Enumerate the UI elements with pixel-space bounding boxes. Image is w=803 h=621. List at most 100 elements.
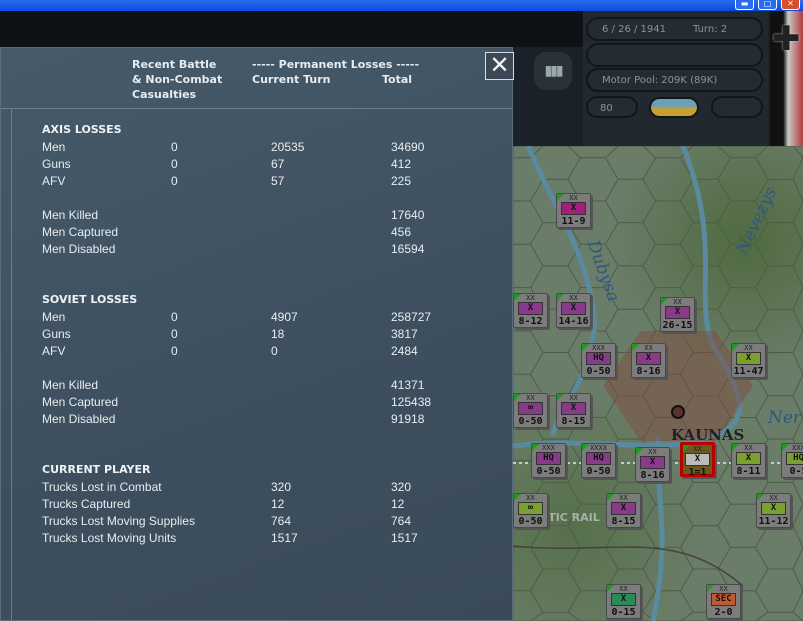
unit-symbol-icon: ∞ [518, 502, 543, 515]
header-recent-line3: Casualties [132, 88, 197, 101]
table-row: Men Captured 125438 [42, 395, 502, 412]
table-row: AFV 0 0 2484 [42, 344, 502, 361]
river-label-ner: Ner [768, 408, 802, 428]
empty-status-field-2 [711, 96, 763, 118]
total-value: 456 [391, 225, 412, 239]
close-button[interactable]: ✕ [485, 52, 514, 80]
unit-counter[interactable]: XX X 8-15 [606, 493, 641, 528]
unit-counter[interactable]: XX ∞ 0-50 [513, 493, 548, 528]
current-turn-value: 20535 [271, 140, 305, 154]
unit-flag-icon [557, 194, 564, 201]
unit-flag-icon [607, 585, 614, 592]
unit-counter[interactable]: XX X 11-12 [756, 493, 791, 528]
unit-counter[interactable]: XXXX HQ 0-50 [581, 443, 616, 478]
iron-cross-icon: ✚ [772, 19, 801, 59]
row-label: Men Disabled [42, 412, 116, 426]
unit-flag-icon [661, 298, 668, 305]
current-turn-value: 4907 [271, 310, 298, 324]
maximize-button[interactable]: □ [758, 0, 777, 10]
row-label: Guns [42, 157, 71, 171]
counter-stack-icon[interactable]: ▮▮▮ [534, 52, 572, 90]
unit-strength: 8-15 [561, 416, 586, 427]
unit-counter[interactable]: XX X 8-11 [731, 443, 766, 478]
unit-strength: 8-16 [636, 366, 661, 377]
unit-symbol-icon: X [640, 456, 665, 469]
row-label: Trucks Lost in Combat [42, 480, 162, 494]
close-window-button[interactable]: ✕ [781, 0, 800, 10]
header-total: Total [382, 73, 413, 86]
unit-counter[interactable]: XX X 11-9 [556, 193, 591, 228]
railway-label: LTIC RAIL [543, 511, 600, 524]
unit-strength: 0-50 [518, 416, 543, 427]
total-value: 320 [391, 480, 412, 494]
unit-counter[interactable]: XX X 1=1 [680, 442, 715, 478]
table-row: Guns 0 18 3817 [42, 327, 502, 344]
current-turn-value: 12 [271, 497, 285, 511]
unit-flag-icon [757, 494, 764, 501]
unit-counter[interactable]: XX X 11-47 [731, 343, 766, 378]
unit-counter[interactable]: XX SEC 2-0 [706, 584, 741, 619]
unit-flag-icon [514, 494, 521, 501]
table-row: Men Disabled 91918 [42, 412, 502, 429]
row-label: Men Killed [42, 208, 99, 222]
current-turn-value: 57 [271, 174, 285, 188]
unit-symbol-icon: X [561, 302, 586, 315]
weather-icon[interactable] [649, 97, 699, 118]
city-marker-icon [671, 405, 685, 419]
table-row: Men 0 4907 258727 [42, 310, 502, 327]
hex-map[interactable]: KAUNAS Dubysa Nevezys Ner LTIC RAIL XX X… [513, 146, 803, 621]
unit-flag-icon [636, 448, 643, 455]
motor-pool-display: Motor Pool: 209K (89K) [586, 68, 763, 92]
row-label: Men [42, 140, 66, 154]
current-turn-value: 764 [271, 514, 292, 528]
table-row: Men Killed 41371 [42, 378, 502, 395]
unit-counter[interactable]: XX X 0-15 [606, 584, 641, 619]
losses-dialog: Recent Battle & Non-Combat Casualties --… [0, 47, 514, 621]
minimize-button[interactable]: ▬ [735, 0, 754, 10]
table-row: Men Captured 456 [42, 225, 502, 242]
window-titlebar: ▬ □ ✕ [0, 0, 803, 11]
header-permanent: ----- Permanent Losses ----- [252, 58, 420, 71]
unit-counter[interactable]: XX X 8-16 [635, 447, 670, 482]
unit-flag-icon [557, 394, 564, 401]
date-text: 6 / 26 / 1941 [602, 24, 666, 35]
unit-strength: 26-15 [662, 320, 693, 331]
row-label: Guns [42, 327, 71, 341]
table-row: Men Killed 17640 [42, 208, 502, 225]
unit-counter[interactable]: XXX HQ 0-50 [581, 343, 616, 378]
unit-flag-icon [782, 444, 789, 451]
left-divider [11, 109, 12, 620]
header-recent: Recent Battle & Non-Combat Casualties [132, 57, 222, 102]
unit-flag-icon [514, 394, 521, 401]
table-row: Trucks Lost Moving Units 1517 1517 [42, 531, 502, 548]
unit-counter[interactable]: XXX HQ 0-5 [781, 443, 803, 478]
total-value: 125438 [391, 395, 432, 409]
unit-counter[interactable]: XX X 8-12 [513, 293, 548, 328]
unit-flag-icon [582, 344, 589, 351]
unit-flag-icon [557, 294, 564, 301]
recent-value: 0 [171, 157, 178, 171]
total-value: 41371 [391, 378, 425, 392]
unit-symbol-icon: SEC [711, 593, 736, 606]
unit-counter[interactable]: XX X 8-16 [631, 343, 666, 378]
value-display: 80 [586, 96, 638, 118]
total-value: 412 [391, 157, 412, 171]
total-value: 17640 [391, 208, 425, 222]
unit-strength: 0-5 [789, 466, 803, 477]
row-label: Trucks Captured [42, 497, 131, 511]
unit-counter[interactable]: XX X 8-15 [556, 393, 591, 428]
unit-counter[interactable]: XX X 26-15 [660, 297, 695, 332]
unit-symbol-icon: X [636, 352, 661, 365]
status-panel: 6 / 26 / 1941 Turn: 2 Motor Pool: 209K (… [583, 11, 768, 146]
recent-value: 0 [171, 327, 178, 341]
current-turn-value: 0 [271, 344, 278, 358]
current-turn-value: 67 [271, 157, 285, 171]
unit-strength: 0-50 [586, 466, 611, 477]
unit-counter[interactable]: XXX HQ 0-50 [531, 443, 566, 478]
unit-counter[interactable]: XX ∞ 0-50 [513, 393, 548, 428]
unit-strength: 0-50 [536, 466, 561, 477]
current-turn-value: 18 [271, 327, 285, 341]
section-title: CURRENT PLAYER [42, 463, 151, 476]
total-value: 16594 [391, 242, 425, 256]
unit-counter[interactable]: XX X 14-16 [556, 293, 591, 328]
